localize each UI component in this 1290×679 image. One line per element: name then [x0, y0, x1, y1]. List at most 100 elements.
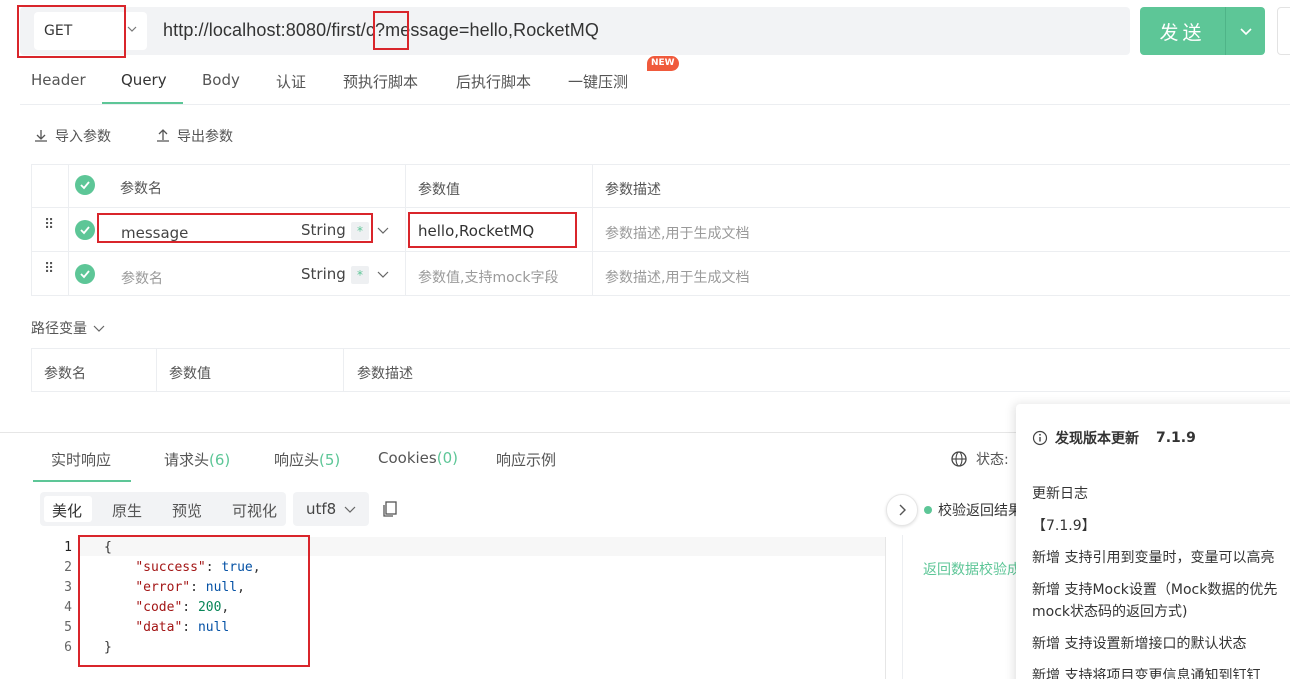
check-icon [80, 226, 90, 235]
popup-title-text: 发现版本更新 [1055, 431, 1139, 447]
download-icon [35, 130, 47, 142]
path-col-desc: 参数描述 [357, 366, 413, 382]
col-divider [592, 164, 593, 296]
param-type-label[interactable]: String [301, 265, 346, 283]
tab-label: 请求头 [164, 451, 210, 469]
chevron-down-icon [1239, 28, 1252, 36]
format-preview[interactable]: 预览 [172, 500, 202, 521]
line-number: 1 [64, 540, 72, 555]
drag-handle-icon[interactable]: ⠿ [44, 262, 56, 276]
tab-response-example[interactable]: 响应示例 [496, 449, 556, 470]
tab-label: 响应头 [274, 451, 320, 469]
chevron-down-icon[interactable] [377, 268, 389, 280]
update-popup: 发现版本更新 7.1.9 更新日志 【7.1.9】 新增 支持引用到变量时，变量… [1016, 404, 1290, 679]
chevron-down-icon [127, 26, 137, 32]
tab-cookies[interactable]: Cookies(0) [378, 449, 458, 467]
collapse-panel-button[interactable] [886, 494, 918, 526]
globe-icon[interactable] [950, 450, 968, 468]
chevron-down-icon [344, 506, 356, 513]
required-toggle[interactable]: * [351, 266, 369, 284]
panel-divider [902, 535, 903, 679]
check-icon [80, 181, 90, 190]
export-params-label: 导出参数 [177, 129, 233, 145]
line-number: 2 [64, 560, 72, 575]
import-params-button[interactable]: 导入参数 [33, 126, 111, 146]
tab-body[interactable]: Body [202, 71, 240, 89]
line-number: 6 [64, 640, 72, 655]
status-dot [924, 506, 932, 514]
tab-count: (0) [436, 449, 458, 467]
chevron-down-icon [93, 325, 105, 332]
tab-query[interactable]: Query [121, 71, 167, 89]
param-name-input[interactable]: 参数名 [121, 268, 163, 288]
export-params-button[interactable]: 导出参数 [155, 126, 233, 146]
changelog-item: 新增 支持设置新增接口的默认状态 [1032, 636, 1247, 652]
col-header-name: 参数名 [120, 181, 162, 197]
new-badge: NEW [647, 56, 679, 71]
annotation-box-url [373, 11, 409, 50]
info-icon [1032, 430, 1048, 446]
chevron-right-icon [899, 504, 906, 516]
status-area: 状态: [950, 449, 1009, 469]
version-tag: 【7.1.9】 [1032, 518, 1096, 534]
tab-live-response[interactable]: 实时响应 [51, 449, 111, 470]
path-vars-label: 路径变量 [31, 321, 87, 337]
active-tab-indicator [33, 480, 131, 482]
encoding-select[interactable]: utf8 [293, 492, 369, 526]
chevron-down-icon[interactable] [377, 224, 389, 236]
tab-count: (5) [319, 451, 341, 469]
row-checkbox[interactable] [75, 264, 95, 284]
edge-button[interactable] [1277, 7, 1290, 55]
send-button[interactable]: 发送 [1140, 7, 1225, 55]
tab-post-script[interactable]: 后执行脚本 [456, 71, 531, 92]
tab-load-test[interactable]: 一键压测 [568, 71, 628, 92]
check-icon [80, 270, 90, 279]
tab-count: (6) [209, 451, 231, 469]
path-vars-table [31, 348, 1290, 392]
annotation-box-param-name [97, 213, 373, 243]
editor-scroll-edge [885, 537, 886, 679]
tab-request-headers[interactable]: 请求头(6) [164, 449, 230, 470]
param-value-input[interactable]: 参数值,支持mock字段 [418, 267, 558, 287]
col-divider [343, 348, 344, 392]
row-divider [31, 251, 1290, 252]
col-header-value: 参数值 [418, 182, 460, 198]
import-params-label: 导入参数 [55, 129, 111, 145]
param-desc-input[interactable]: 参数描述,用于生成文档 [605, 223, 749, 243]
tab-auth[interactable]: 认证 [276, 71, 306, 92]
path-col-value: 参数值 [169, 366, 211, 382]
changelog-item: 新增 支持引用到变量时，变量可以高亮 [1032, 550, 1275, 566]
format-visualize[interactable]: 可视化 [232, 500, 277, 521]
row-checkbox[interactable] [75, 220, 95, 240]
format-raw[interactable]: 原生 [112, 500, 142, 521]
popup-title: 发现版本更新 7.1.9 [1032, 428, 1196, 448]
verify-label: 校验返回结果 [938, 503, 1022, 519]
format-pretty[interactable]: 美化 [52, 500, 82, 521]
tab-response-headers[interactable]: 响应头(5) [274, 449, 340, 470]
col-divider [68, 164, 69, 296]
annotation-box-param-value [408, 212, 577, 248]
annotation-box-response [78, 535, 310, 667]
col-divider [405, 164, 406, 296]
send-dropdown-button[interactable] [1226, 7, 1265, 55]
annotation-box-method [17, 5, 126, 58]
tab-pre-script[interactable]: 预执行脚本 [343, 71, 418, 92]
col-divider [156, 348, 157, 392]
select-all-checkbox[interactable] [75, 175, 95, 195]
drag-handle-icon[interactable]: ⠿ [44, 218, 56, 232]
path-col-name: 参数名 [44, 366, 86, 382]
encoding-label: utf8 [306, 500, 337, 518]
changelog-label: 更新日志 [1032, 486, 1088, 502]
verify-result: 校验返回结果 [924, 500, 1022, 520]
line-number: 4 [64, 600, 72, 615]
param-desc-input[interactable]: 参数描述,用于生成文档 [605, 267, 749, 287]
path-vars-toggle[interactable]: 路径变量 [31, 318, 105, 338]
copy-icon[interactable] [381, 500, 399, 518]
changelog-item: 新增 支持将项目变更信息通知到钉钉 [1032, 668, 1261, 679]
row-divider [31, 207, 1290, 208]
changelog-item: mock状态码的返回方式) [1032, 604, 1188, 620]
tab-header[interactable]: Header [31, 71, 86, 89]
tab-label: 响应示例 [496, 451, 557, 469]
tabs-divider [20, 104, 1290, 105]
status-label: 状态: [976, 452, 1009, 468]
